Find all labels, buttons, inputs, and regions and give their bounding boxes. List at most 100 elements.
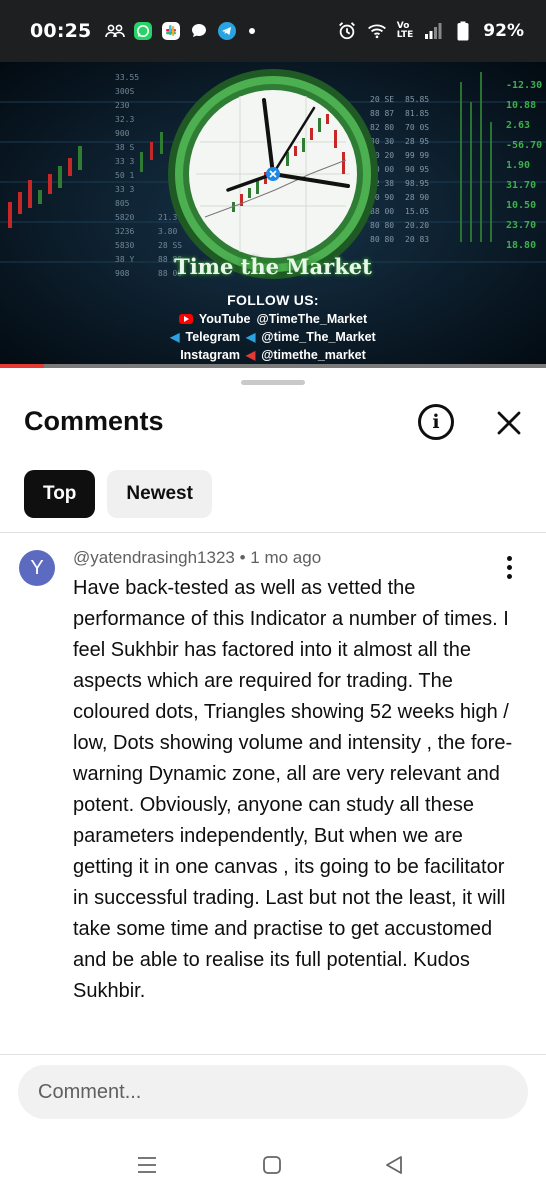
more-vert-icon xyxy=(506,555,512,561)
sort-chips: Top Newest xyxy=(24,470,212,518)
svg-text:33 3: 33 3 xyxy=(115,157,134,166)
svg-text:10.50: 10.50 xyxy=(506,200,536,211)
youtube-link: YouTube @TimeThe_Market xyxy=(0,310,546,328)
chip-newest[interactable]: Newest xyxy=(107,470,212,518)
svg-text:300S: 300S xyxy=(115,87,134,96)
close-button[interactable] xyxy=(492,406,526,440)
instagram-handle: @timethe_market xyxy=(261,348,366,362)
svg-text:85.85: 85.85 xyxy=(405,95,429,104)
instagram-icon: ◀ xyxy=(245,348,256,362)
svg-text:900: 900 xyxy=(115,129,130,138)
more-notifications-dot xyxy=(249,28,256,34)
svg-text:5830: 5830 xyxy=(115,241,134,250)
battery-icon xyxy=(453,21,473,41)
svg-text:80 80: 80 80 xyxy=(370,221,394,230)
close-icon xyxy=(497,411,521,435)
svg-text:20.20: 20.20 xyxy=(405,221,429,230)
youtube-handle: @TimeThe_Market xyxy=(256,312,368,326)
home-button[interactable] xyxy=(259,1154,285,1176)
telegram-icon xyxy=(217,21,237,41)
video-player[interactable]: 33.55 300S 230 32.3 900 38 S 33 3 50 1 33 3 80… xyxy=(0,62,546,368)
svg-text:1.90: 1.90 xyxy=(506,160,530,171)
svg-text:18.80: 18.80 xyxy=(506,240,536,251)
svg-text:10.88: 10.88 xyxy=(506,100,536,111)
drag-handle[interactable] xyxy=(241,380,305,385)
sheet-title: Comments xyxy=(24,406,164,436)
notification-icons xyxy=(105,21,256,41)
brand-title: Time the Market xyxy=(174,254,372,279)
svg-text:3236: 3236 xyxy=(115,227,134,236)
svg-text:-12.30: -12.30 xyxy=(506,80,542,91)
back-button[interactable] xyxy=(381,1154,407,1176)
svg-text:-56.70: -56.70 xyxy=(506,140,542,151)
svg-text:90 95: 90 95 xyxy=(405,165,429,174)
chat-bubble-icon xyxy=(189,21,209,41)
svg-text:81.85: 81.85 xyxy=(405,109,429,118)
svg-text:20 83: 20 83 xyxy=(405,235,429,244)
svg-text:20 SE: 20 SE xyxy=(370,95,394,104)
comment-input[interactable] xyxy=(18,1065,528,1119)
status-time: 00:25 xyxy=(30,20,92,42)
system-nav-bar xyxy=(0,1130,546,1200)
follow-title: FOLLOW US: xyxy=(227,292,319,308)
status-bar: 00:25 Vo LTE 92% xyxy=(0,0,546,62)
svg-text:23.70: 23.70 xyxy=(506,220,536,231)
svg-text:99 99: 99 99 xyxy=(405,151,429,160)
info-icon: i xyxy=(432,410,440,433)
recents-icon xyxy=(138,1157,156,1173)
svg-text:70 0S: 70 0S xyxy=(405,123,429,132)
clock-graphic xyxy=(168,69,378,279)
info-button[interactable]: i xyxy=(418,404,454,440)
youtube-platform: YouTube xyxy=(198,312,251,326)
svg-text:98.95: 98.95 xyxy=(405,179,429,188)
group-icon xyxy=(105,21,126,41)
volte-icon: Vo LTE xyxy=(397,22,414,40)
telegram-platform: Telegram xyxy=(185,330,241,344)
slack-icon xyxy=(161,21,181,41)
signal-icon xyxy=(423,21,443,41)
volte-label-bottom: LTE xyxy=(396,30,414,40)
svg-text:28 SS: 28 SS xyxy=(158,241,182,250)
telegram-handle: @time_The_Market xyxy=(261,330,376,344)
svg-text:80 80: 80 80 xyxy=(370,235,394,244)
divider xyxy=(0,532,546,533)
svg-text:33 3: 33 3 xyxy=(115,185,134,194)
youtube-icon xyxy=(178,314,193,324)
svg-text:88 00: 88 00 xyxy=(370,207,394,216)
telegram-icon: ◀ xyxy=(170,330,180,344)
system-icons: Vo LTE 92% xyxy=(337,21,524,41)
svg-text:50 1: 50 1 xyxy=(115,171,134,180)
svg-text:33.55: 33.55 xyxy=(115,73,139,82)
back-icon xyxy=(386,1156,402,1174)
comment-text: Have back-tested as well as vetted the p… xyxy=(73,577,513,1002)
svg-text:28 95: 28 95 xyxy=(405,137,429,146)
whatsapp-icon xyxy=(133,21,153,41)
alarm-icon xyxy=(337,21,357,41)
svg-text:5820: 5820 xyxy=(115,213,134,222)
svg-text:31.70: 31.70 xyxy=(506,180,536,191)
svg-text:230: 230 xyxy=(115,101,130,110)
home-icon xyxy=(263,1156,281,1174)
svg-text:2.63: 2.63 xyxy=(506,120,530,131)
recents-button[interactable] xyxy=(134,1154,160,1176)
svg-text:15.05: 15.05 xyxy=(405,207,429,216)
divider xyxy=(0,1054,546,1055)
chip-top[interactable]: Top xyxy=(24,470,96,518)
svg-text:38 S: 38 S xyxy=(115,143,134,152)
telegram-link: ◀ Telegram ◀ @time_The_Market xyxy=(0,328,546,346)
svg-text:3.80: 3.80 xyxy=(158,227,177,236)
svg-text:28 90: 28 90 xyxy=(405,193,429,202)
follow-us-block: FOLLOW US: YouTube @TimeThe_Market ◀ Tel… xyxy=(0,292,546,364)
comment-meta: @yatendrasingh1323 • 1 mo ago xyxy=(73,548,322,567)
avatar[interactable]: Y xyxy=(19,550,55,586)
instagram-platform: Instagram xyxy=(180,348,240,362)
svg-text:32.3: 32.3 xyxy=(115,115,134,124)
svg-text:805: 805 xyxy=(115,199,130,208)
svg-text:88 87: 88 87 xyxy=(370,109,394,118)
wifi-icon xyxy=(367,21,387,41)
comments-sheet: Comments i Top Newest Y @yatendrasingh13… xyxy=(0,368,546,1200)
svg-text:82 80: 82 80 xyxy=(370,123,394,132)
battery-percent: 92% xyxy=(483,21,524,41)
instagram-link: Instagram ◀ @timethe_market xyxy=(0,346,546,364)
telegram-icon: ◀ xyxy=(246,330,256,344)
